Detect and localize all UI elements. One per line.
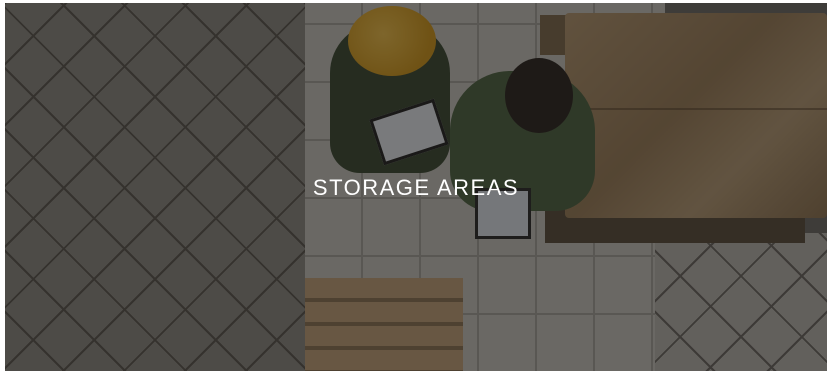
banner-title: STORAGE AREAS (312, 175, 520, 200)
storage-areas-banner[interactable]: STORAGE AREAS (5, 3, 827, 371)
